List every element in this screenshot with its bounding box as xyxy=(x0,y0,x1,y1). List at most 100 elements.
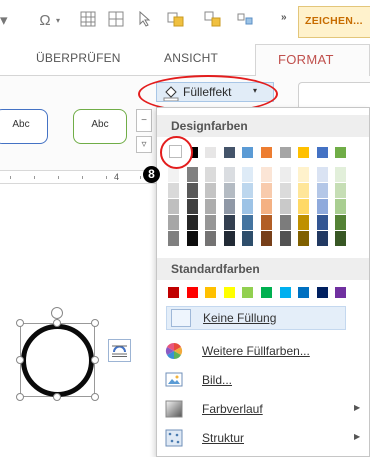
resize-handle[interactable] xyxy=(16,319,24,327)
resize-handle[interactable] xyxy=(53,319,61,327)
resize-handle[interactable] xyxy=(16,393,24,401)
theme-shade-swatch[interactable] xyxy=(168,183,179,198)
theme-shade-swatch[interactable] xyxy=(205,231,217,246)
theme-color-swatch[interactable] xyxy=(316,147,328,158)
theme-shade-swatch[interactable] xyxy=(261,199,272,214)
standard-color-swatch[interactable] xyxy=(298,287,310,298)
styles-more-button[interactable]: ▿ xyxy=(136,136,152,153)
theme-shade-swatch[interactable] xyxy=(168,199,179,214)
theme-shade-swatch[interactable] xyxy=(223,199,235,214)
theme-shade-swatch[interactable] xyxy=(242,215,254,230)
theme-shade-swatch[interactable] xyxy=(223,231,235,246)
theme-shade-swatch[interactable] xyxy=(279,183,291,198)
theme-color-swatch[interactable] xyxy=(205,147,217,158)
layout-options-button[interactable] xyxy=(108,339,131,362)
gradient-item[interactable]: Farbverlauf ▶ xyxy=(157,396,369,424)
theme-shade-swatch[interactable] xyxy=(335,167,347,182)
theme-shade-swatch[interactable] xyxy=(335,199,347,214)
theme-shade-swatch[interactable] xyxy=(261,231,272,246)
theme-shade-swatch[interactable] xyxy=(335,231,347,246)
theme-shade-swatch[interactable] xyxy=(205,183,217,198)
shape-style-green[interactable]: Abc xyxy=(73,109,127,144)
theme-shade-swatch[interactable] xyxy=(242,199,254,214)
theme-color-swatch[interactable] xyxy=(261,147,272,158)
theme-shade-swatch[interactable] xyxy=(261,167,272,182)
standard-color-swatch[interactable] xyxy=(316,287,328,298)
theme-shade-swatch[interactable] xyxy=(279,215,291,230)
standard-color-swatch[interactable] xyxy=(186,287,198,298)
theme-shade-swatch[interactable] xyxy=(298,183,310,198)
tab-ueberpruefen[interactable]: ÜBERPRÜFEN xyxy=(36,51,121,65)
resize-handle[interactable] xyxy=(53,393,61,401)
table-2-icon[interactable] xyxy=(106,11,126,31)
resize-handle[interactable] xyxy=(16,356,24,364)
dropdown-arrow-icon[interactable]: ▾ xyxy=(56,11,60,31)
theme-shade-swatch[interactable] xyxy=(186,199,198,214)
theme-shade-swatch[interactable] xyxy=(168,231,179,246)
white-swatch[interactable] xyxy=(169,145,182,158)
tab-format[interactable]: FORMAT xyxy=(255,44,370,77)
theme-shade-swatch[interactable] xyxy=(168,167,179,182)
theme-color-swatch[interactable] xyxy=(223,147,235,158)
standard-color-swatch[interactable] xyxy=(223,287,235,298)
theme-color-swatch[interactable] xyxy=(298,147,310,158)
theme-shade-swatch[interactable] xyxy=(205,199,217,214)
theme-shade-swatch[interactable] xyxy=(186,231,198,246)
ungroup-icon[interactable] xyxy=(235,11,255,31)
theme-shade-swatch[interactable] xyxy=(298,167,310,182)
group-icon[interactable] xyxy=(203,11,223,31)
theme-shade-swatch[interactable] xyxy=(205,167,217,182)
resize-handle[interactable] xyxy=(91,319,99,327)
standard-color-swatch[interactable] xyxy=(279,287,291,298)
qat-more-button[interactable]: » xyxy=(281,12,287,23)
theme-color-swatch[interactable] xyxy=(335,147,347,158)
theme-shade-swatch[interactable] xyxy=(335,215,347,230)
resize-handle[interactable] xyxy=(91,393,99,401)
shape-style-blue[interactable]: Abc xyxy=(0,109,48,144)
pointer-icon[interactable] xyxy=(137,10,153,31)
shape-arrange-icon[interactable] xyxy=(166,11,186,31)
theme-shade-swatch[interactable] xyxy=(316,183,328,198)
theme-shade-swatch[interactable] xyxy=(223,167,235,182)
standard-color-swatch[interactable] xyxy=(261,287,272,298)
tab-ansicht[interactable]: ANSICHT xyxy=(164,51,218,65)
picture-item[interactable]: Bild... xyxy=(157,367,369,395)
standard-color-swatch[interactable] xyxy=(168,287,179,298)
theme-shade-swatch[interactable] xyxy=(279,167,291,182)
theme-shade-swatch[interactable] xyxy=(242,183,254,198)
standard-color-swatch[interactable] xyxy=(242,287,254,298)
theme-shade-swatch[interactable] xyxy=(186,215,198,230)
theme-shade-swatch[interactable] xyxy=(298,199,310,214)
theme-shade-swatch[interactable] xyxy=(261,183,272,198)
styles-scroll-up-button[interactable]: − xyxy=(136,109,152,132)
theme-shade-swatch[interactable] xyxy=(242,167,254,182)
omega-icon[interactable]: Ω xyxy=(34,11,56,31)
theme-shade-swatch[interactable] xyxy=(186,183,198,198)
theme-shade-swatch[interactable] xyxy=(316,215,328,230)
theme-shade-swatch[interactable] xyxy=(316,231,328,246)
theme-shade-swatch[interactable] xyxy=(298,231,310,246)
theme-shade-swatch[interactable] xyxy=(279,231,291,246)
theme-shade-swatch[interactable] xyxy=(298,215,310,230)
theme-shade-swatch[interactable] xyxy=(242,231,254,246)
standard-color-swatch[interactable] xyxy=(335,287,347,298)
theme-shade-swatch[interactable] xyxy=(186,167,198,182)
theme-color-swatch[interactable] xyxy=(279,147,291,158)
theme-shade-swatch[interactable] xyxy=(261,215,272,230)
resize-handle[interactable] xyxy=(91,356,99,364)
more-fill-colors-item[interactable]: Weitere Füllfarben... xyxy=(157,338,369,366)
circle-shape[interactable] xyxy=(21,324,94,397)
theme-shade-swatch[interactable] xyxy=(316,199,328,214)
standard-color-swatch[interactable] xyxy=(205,287,217,298)
no-fill-item[interactable]: Keine Füllung xyxy=(166,306,346,330)
theme-shade-swatch[interactable] xyxy=(205,215,217,230)
theme-shade-swatch[interactable] xyxy=(168,215,179,230)
theme-shade-swatch[interactable] xyxy=(223,215,235,230)
texture-item[interactable]: Struktur ▶ xyxy=(157,425,369,453)
theme-shade-swatch[interactable] xyxy=(279,199,291,214)
theme-shade-swatch[interactable] xyxy=(223,183,235,198)
theme-color-swatch[interactable] xyxy=(242,147,254,158)
theme-shade-swatch[interactable] xyxy=(316,167,328,182)
dropdown-arrow-icon[interactable]: ▾ xyxy=(0,11,8,31)
theme-shade-swatch[interactable] xyxy=(335,183,347,198)
